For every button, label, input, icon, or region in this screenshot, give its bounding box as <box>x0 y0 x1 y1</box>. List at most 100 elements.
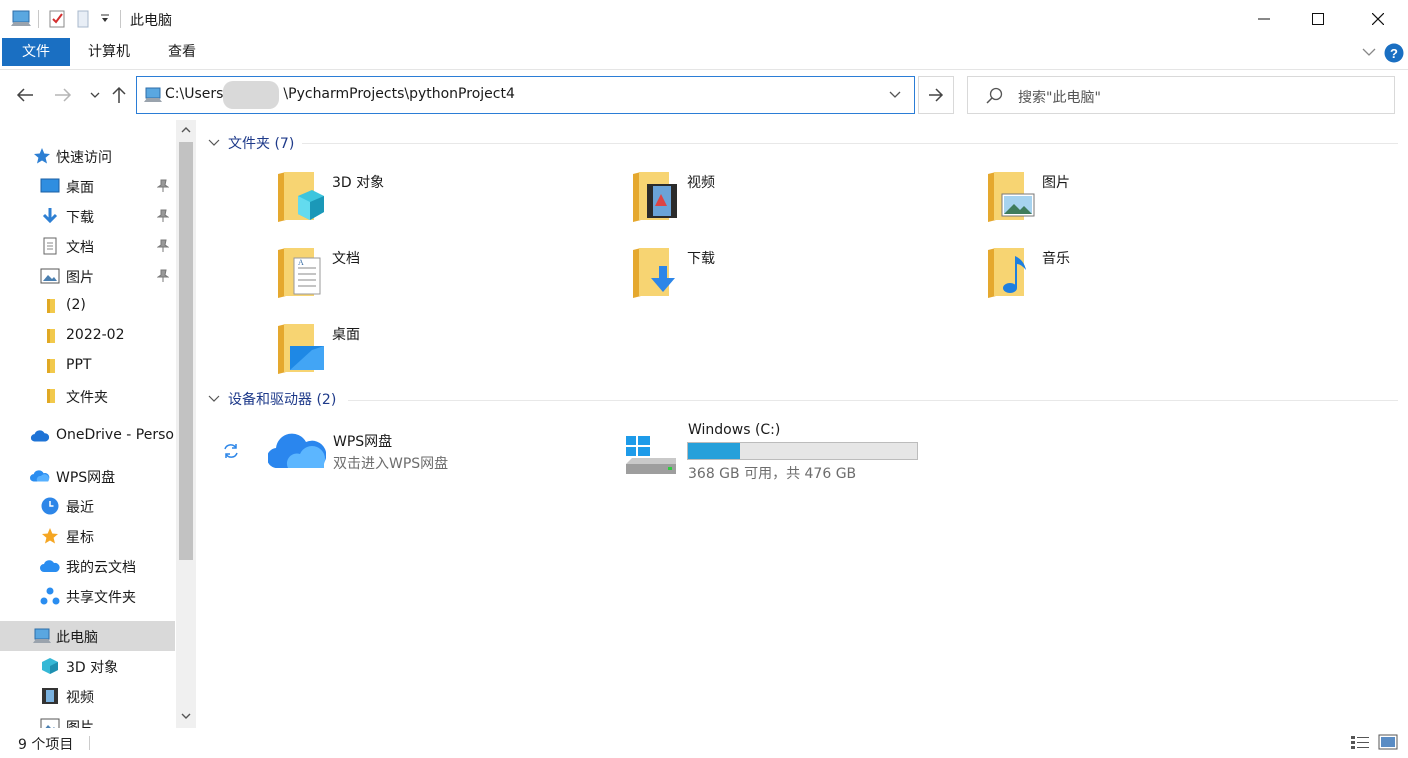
folder-tile-videos[interactable]: 视频 <box>631 170 961 240</box>
folder-label: 3D 对象 <box>332 175 385 191</box>
c-drive-usage-text: 368 GB 可用，共 476 GB <box>688 466 857 482</box>
star-icon <box>32 146 52 166</box>
folder-label: 视频 <box>687 175 715 191</box>
windows-drive-icon <box>624 434 678 478</box>
wps-cloud-icon <box>30 466 50 486</box>
sidebar-item-documents[interactable]: 文档 <box>0 231 175 261</box>
sidebar-item-recent[interactable]: 最近 <box>0 491 175 521</box>
navigation-pane: 快速访问 桌面 下载 文档 图片 (2) 2022-02 PPT 文件夹 One… <box>0 120 196 728</box>
computer-icon <box>32 626 52 646</box>
pin-icon[interactable] <box>157 179 169 193</box>
folder-tile-music[interactable]: 音乐 <box>986 246 1316 316</box>
folder-tile-pictures[interactable]: 图片 <box>986 170 1316 240</box>
picture-icon <box>40 716 60 728</box>
wps-drive-desc: 双击进入WPS网盘 <box>333 456 449 472</box>
folder-tile-documents[interactable]: A 文档 <box>276 246 606 316</box>
star-icon <box>40 526 60 546</box>
picture-icon <box>40 266 60 286</box>
sidebar-item-desktop[interactable]: 桌面 <box>0 171 175 201</box>
address-dropdown-icon[interactable] <box>889 91 901 99</box>
download-arrow-icon <box>40 206 60 226</box>
3d-objects-folder-icon <box>276 170 326 224</box>
folder-label: 图片 <box>1042 175 1070 191</box>
sidebar-item-shared-folder[interactable]: 共享文件夹 <box>0 581 175 611</box>
sidebar-item-2022-02[interactable]: 2022-02 <box>0 321 175 351</box>
svg-text:?: ? <box>1390 46 1398 61</box>
forward-arrow-icon <box>55 88 72 102</box>
folder-tile-downloads[interactable]: 下载 <box>631 246 961 316</box>
sidebar-item-onedrive[interactable]: OneDrive - Perso <box>0 421 175 451</box>
sidebar-item-videos[interactable]: 视频 <box>0 681 175 711</box>
drive-tile-wps[interactable]: WPS网盘 双击进入WPS网盘 <box>222 428 522 476</box>
document-icon <box>40 236 60 256</box>
music-folder-icon <box>986 246 1036 300</box>
sidebar-item-downloads[interactable]: 下载 <box>0 201 175 231</box>
go-button[interactable] <box>918 76 954 114</box>
sidebar-item-pictures-pc[interactable]: 图片 <box>0 711 175 728</box>
maximize-button[interactable] <box>1290 0 1346 38</box>
close-button[interactable] <box>1350 0 1406 38</box>
up-arrow-icon <box>112 86 126 103</box>
film-icon <box>40 686 60 706</box>
recent-locations-button[interactable] <box>84 84 106 106</box>
share-icon <box>40 586 60 606</box>
wps-drive-name: WPS网盘 <box>333 434 393 450</box>
folder-tile-3d-objects[interactable]: 3D 对象 <box>276 170 606 240</box>
folder-tile-desktop[interactable]: 桌面 <box>276 322 606 392</box>
expand-ribbon-icon[interactable] <box>1362 47 1376 57</box>
sidebar-item-pictures[interactable]: 图片 <box>0 261 175 291</box>
devices-group-header[interactable]: 设备和驱动器 (2) <box>208 388 336 410</box>
wps-cloud-icon <box>268 428 326 472</box>
sidebar-item-folder[interactable]: 文件夹 <box>0 381 175 411</box>
sidebar-item-ppt[interactable]: PPT <box>0 351 175 381</box>
folder-icon <box>40 356 60 376</box>
up-button[interactable] <box>108 84 130 106</box>
customize-dropdown-icon[interactable] <box>100 14 110 24</box>
sidebar-item-starred[interactable]: 星标 <box>0 521 175 551</box>
close-icon <box>1372 13 1384 25</box>
title-bar: 此电脑 <box>0 0 1408 38</box>
c-drive-usage-fill <box>688 443 740 459</box>
back-button[interactable] <box>14 84 36 106</box>
sidebar-item-cloud-docs[interactable]: 我的云文档 <box>0 551 175 581</box>
address-bar[interactable]: C:\Users \PycharmProjects\pythonProject4 <box>136 76 915 114</box>
help-icon[interactable]: ? <box>1384 43 1404 63</box>
drive-tile-c[interactable]: Windows (C:) 368 GB 可用，共 476 GB <box>624 420 934 482</box>
desktop-folder-icon <box>276 322 326 376</box>
downloads-folder-icon <box>631 246 681 300</box>
sidebar-scrollbar[interactable] <box>176 120 196 728</box>
sidebar-item-3d-objects[interactable]: 3D 对象 <box>0 651 175 681</box>
videos-folder-icon <box>631 170 681 224</box>
tab-file[interactable]: 文件 <box>2 38 70 66</box>
pin-icon[interactable] <box>157 239 169 253</box>
sidebar-item-quick-access[interactable]: 快速访问 <box>0 141 175 171</box>
pictures-folder-icon <box>986 170 1036 224</box>
sidebar-item-wps[interactable]: WPS网盘 <box>0 461 175 491</box>
tab-computer[interactable]: 计算机 <box>72 38 146 66</box>
search-box[interactable]: 搜索"此电脑" <box>967 76 1395 114</box>
properties-icon[interactable] <box>48 9 66 29</box>
forward-button[interactable] <box>52 84 74 106</box>
ribbon: 文件 计算机 查看 ? <box>0 38 1408 70</box>
folder-icon <box>40 386 60 406</box>
minimize-button[interactable] <box>1236 0 1292 38</box>
sidebar-item-folder-2[interactable]: (2) <box>0 291 175 321</box>
window-title: 此电脑 <box>130 13 172 29</box>
folders-group-header[interactable]: 文件夹 (7) <box>208 132 294 154</box>
cube-icon <box>40 656 60 676</box>
sidebar-item-this-pc[interactable]: 此电脑 <box>0 621 175 651</box>
details-view-icon[interactable] <box>1350 734 1370 750</box>
pin-icon[interactable] <box>157 209 169 223</box>
back-arrow-icon <box>16 88 33 102</box>
go-arrow-icon <box>929 88 944 102</box>
large-icons-view-icon[interactable] <box>1378 734 1398 750</box>
cloud-icon <box>30 426 50 446</box>
scroll-up-icon[interactable] <box>181 126 191 134</box>
tab-view[interactable]: 查看 <box>152 38 212 66</box>
scroll-thumb[interactable] <box>179 142 193 560</box>
scroll-down-icon[interactable] <box>181 712 191 720</box>
new-folder-icon[interactable] <box>76 9 92 29</box>
folder-label: 桌面 <box>332 327 360 343</box>
pin-icon[interactable] <box>157 269 169 283</box>
documents-folder-icon: A <box>276 246 326 300</box>
